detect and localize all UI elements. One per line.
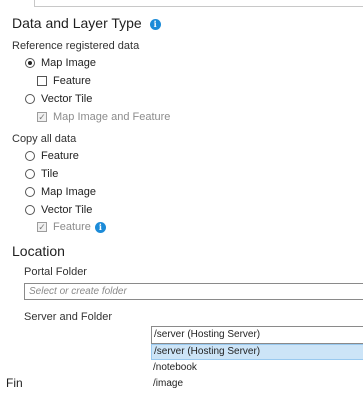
- checkbox-map-image-and-feature: ✓ Map Image and Feature: [37, 111, 170, 123]
- portal-folder-input[interactable]: Select or create folder: [24, 283, 363, 300]
- radio-label: Feature: [41, 150, 79, 162]
- radio-icon[interactable]: [25, 187, 35, 197]
- checkbox-icon[interactable]: [37, 76, 47, 86]
- portal-folder-placeholder: Select or create folder: [29, 286, 127, 297]
- server-folder-dropdown: /server (Hosting Server) /notebook /imag…: [151, 344, 363, 392]
- checkbox-copy-feature: ✓ Feature i: [37, 221, 106, 233]
- radio-icon[interactable]: [25, 169, 35, 179]
- radio-label: Vector Tile: [41, 204, 93, 216]
- radio-selected-icon[interactable]: [25, 58, 35, 68]
- radio-copy-vector-tile[interactable]: Vector Tile: [25, 204, 92, 216]
- server-folder-value: /server (Hosting Server): [154, 329, 261, 340]
- checkbox-label: Feature: [53, 75, 91, 87]
- radio-copy-map-image[interactable]: Map Image: [25, 186, 96, 198]
- dropdown-option[interactable]: /server (Hosting Server): [151, 344, 363, 360]
- checkbox-label: Feature: [53, 221, 91, 233]
- section-header: Data and Layer Type i: [12, 15, 161, 31]
- dropdown-option[interactable]: /notebook: [151, 360, 363, 376]
- info-icon[interactable]: i: [149, 19, 161, 30]
- truncated-section-heading: Fin: [6, 376, 23, 390]
- info-icon[interactable]: i: [94, 221, 106, 233]
- server-folder-label: Server and Folder: [24, 311, 113, 323]
- radio-icon[interactable]: [25, 94, 35, 104]
- copy-label: Copy all data: [12, 133, 77, 145]
- checkbox-label: Map Image and Feature: [53, 111, 171, 123]
- radio-label: Tile: [41, 168, 59, 180]
- radio-icon[interactable]: [25, 151, 35, 161]
- checkbox-checked-icon: ✓: [37, 111, 47, 122]
- dropdown-option[interactable]: /image: [151, 376, 363, 392]
- radio-label: Map Image: [41, 186, 97, 198]
- radio-label: Vector Tile: [41, 93, 93, 105]
- radio-reference-map-image[interactable]: Map Image: [25, 57, 96, 69]
- radio-icon[interactable]: [25, 205, 35, 215]
- radio-reference-vector-tile[interactable]: Vector Tile: [25, 93, 92, 105]
- checkbox-checked-icon: ✓: [37, 221, 47, 232]
- section-title: Data and Layer Type: [12, 15, 142, 31]
- radio-copy-tile[interactable]: Tile: [25, 168, 58, 180]
- checkbox-reference-feature[interactable]: Feature: [37, 75, 91, 87]
- portal-folder-label: Portal Folder: [24, 266, 87, 278]
- reference-label: Reference registered data: [12, 40, 140, 52]
- location-title: Location: [12, 243, 65, 259]
- radio-copy-feature[interactable]: Feature: [25, 150, 79, 162]
- previous-field-box: [34, 0, 363, 7]
- server-folder-select[interactable]: /server (Hosting Server): [151, 326, 363, 344]
- radio-label: Map Image: [41, 57, 97, 69]
